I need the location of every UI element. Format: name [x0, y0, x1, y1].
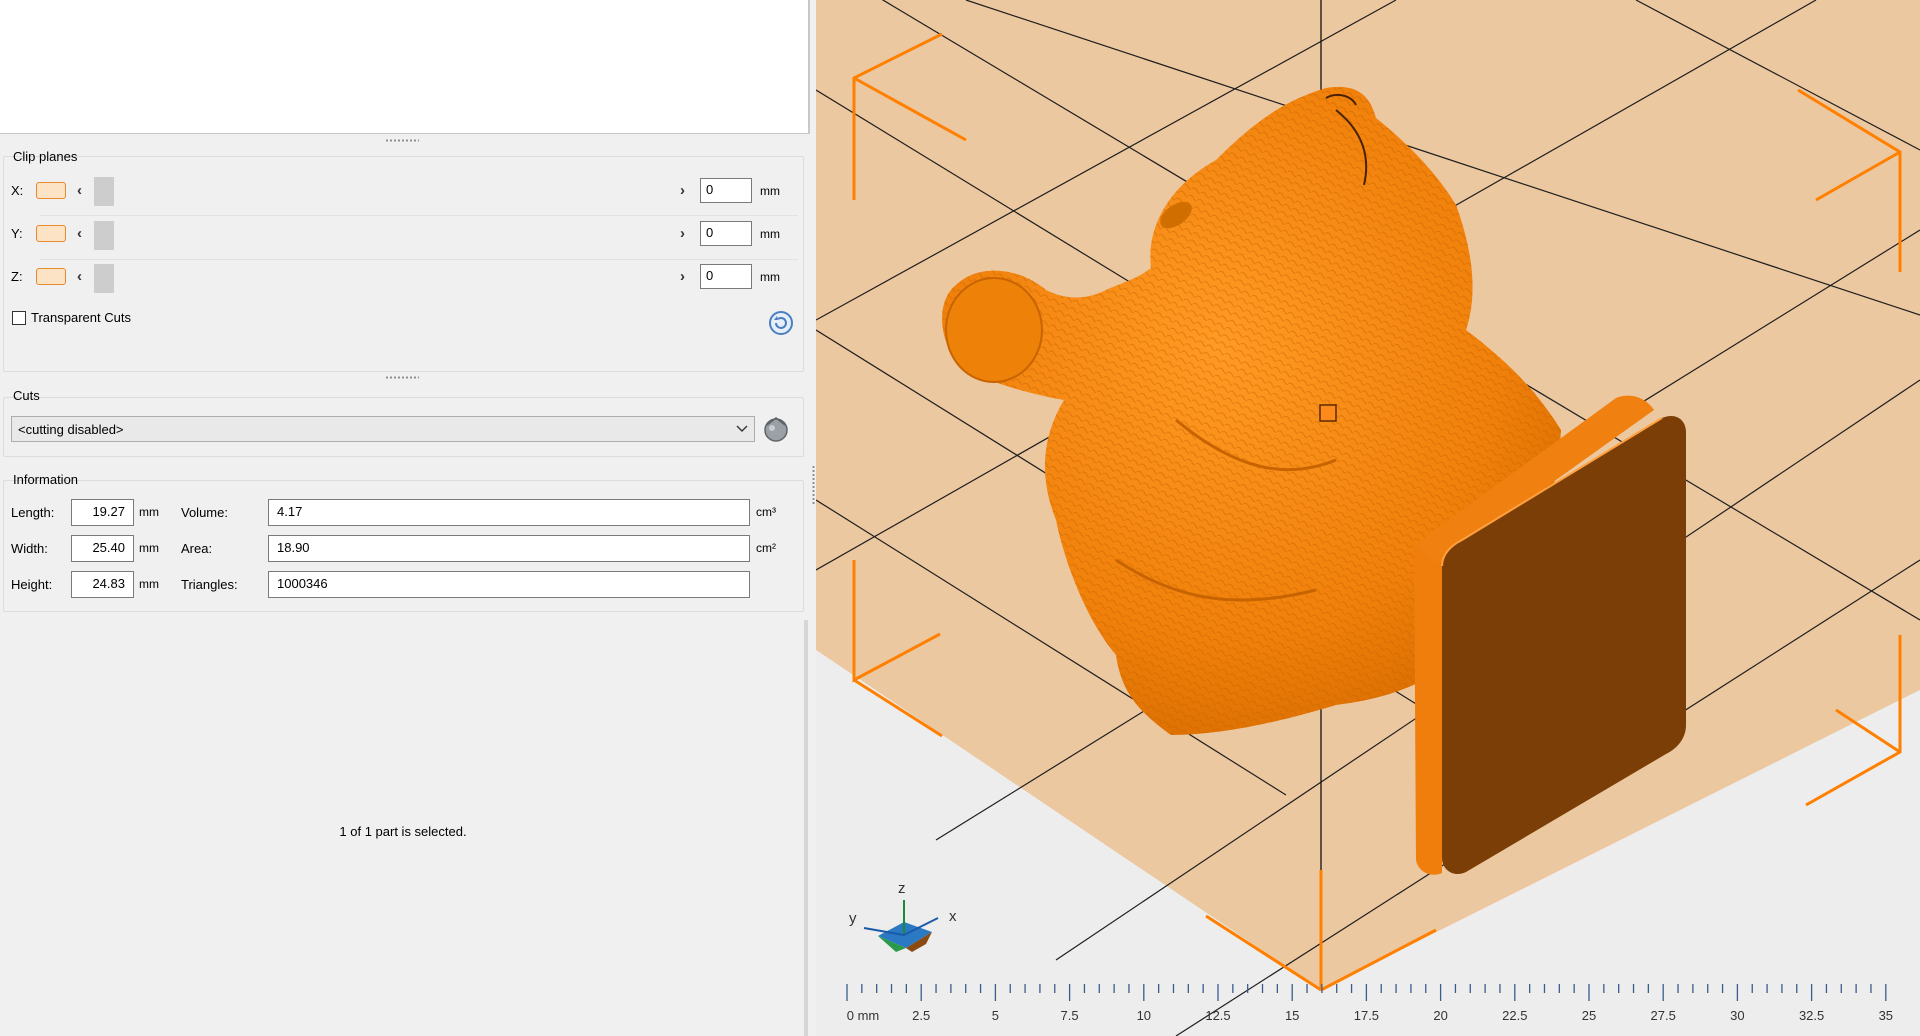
splitter-handle-top[interactable]	[385, 139, 419, 142]
object-tree-area	[0, 0, 810, 134]
ruler-label: 2.5	[912, 1008, 931, 1023]
3d-viewport[interactable]: z x y 0 mm 2.5 5 7.5 10 12.5 15 17.5 20 22.5 25 27.…	[816, 0, 1920, 1036]
ruler-label: 27.5	[1650, 1008, 1676, 1023]
ruler-label: 25	[1581, 1008, 1597, 1023]
gizmo-y-label: y	[849, 910, 857, 927]
reset-clip-icon[interactable]	[768, 310, 794, 336]
ruler-label: 15	[1284, 1008, 1300, 1023]
ruler-label: 22.5	[1502, 1008, 1528, 1023]
area-label: Area:	[181, 541, 213, 556]
ruler-label: 35	[1878, 1008, 1894, 1023]
ruler-label: 30	[1730, 1008, 1745, 1023]
ruler-label: 12.5	[1205, 1008, 1231, 1023]
clip-z-left-chevron-icon[interactable]: ‹	[77, 269, 82, 284]
clip-planes-title: Clip planes	[13, 149, 78, 164]
length-label: Length:	[11, 505, 55, 520]
volume-label: Volume:	[181, 505, 228, 520]
clip-z-slider-thumb[interactable]	[94, 264, 114, 293]
clip-z-toggle[interactable]	[36, 268, 66, 285]
clip-y-toggle[interactable]	[36, 225, 66, 242]
clip-x-left-chevron-icon[interactable]: ‹	[77, 183, 82, 198]
selection-status: 1 of 1 part is selected.	[339, 824, 467, 839]
clip-y-right-chevron-icon[interactable]: ›	[680, 226, 685, 241]
left-panel: Clip planes X: ‹ › 0 mm Y: ‹ › 0 mm Z: ‹…	[0, 0, 810, 1036]
information-title: Information	[13, 472, 79, 487]
gizmo-x-label: x	[949, 908, 957, 925]
height-label: Height:	[11, 577, 53, 592]
transparent-cuts-checkbox[interactable]	[12, 311, 26, 325]
ruler-label: 0 mm	[846, 1008, 880, 1023]
ruler-label: 20	[1433, 1008, 1448, 1023]
area-value: 18.90	[268, 535, 750, 562]
clip-y-input[interactable]: 0	[700, 221, 752, 246]
area-unit: cm²	[756, 541, 776, 555]
clip-row-divider	[40, 259, 798, 260]
clip-x-input[interactable]: 0	[700, 178, 752, 203]
height-unit: mm	[139, 577, 159, 591]
clip-row-divider	[40, 215, 798, 216]
splitter-handle-middle[interactable]	[385, 376, 419, 379]
ruler-label: 5	[991, 1008, 1000, 1023]
scene-canvas[interactable]	[816, 0, 1920, 1036]
transparent-cuts-label: Transparent Cuts	[31, 310, 131, 325]
clip-y-left-chevron-icon[interactable]: ‹	[77, 226, 82, 241]
ruler-label: 32.5	[1798, 1008, 1825, 1023]
clip-x-right-chevron-icon[interactable]: ›	[680, 183, 685, 198]
clip-z-unit: mm	[760, 270, 780, 284]
width-label: Width:	[11, 541, 48, 556]
clip-y-unit: mm	[760, 227, 780, 241]
length-value: 19.27	[71, 499, 134, 526]
gizmo-z-label: z	[898, 880, 906, 897]
clip-x-label: X:	[11, 183, 24, 198]
clip-y-slider-thumb[interactable]	[94, 221, 114, 250]
height-value: 24.83	[71, 571, 134, 598]
chevron-down-icon	[736, 425, 748, 432]
width-unit: mm	[139, 541, 159, 555]
volume-unit: cm³	[756, 505, 776, 519]
length-unit: mm	[139, 505, 159, 519]
clip-y-label: Y:	[11, 226, 23, 241]
clip-z-right-chevron-icon[interactable]: ›	[680, 269, 685, 284]
ruler-label: 10	[1136, 1008, 1152, 1023]
triangles-value: 1000346	[268, 571, 750, 598]
cuts-title: Cuts	[13, 388, 40, 403]
clip-x-unit: mm	[760, 184, 780, 198]
ruler-label: 7.5	[1060, 1008, 1079, 1023]
vertical-splitter-handle[interactable]	[812, 465, 815, 505]
clip-z-label: Z:	[11, 269, 23, 284]
clip-x-toggle[interactable]	[36, 182, 66, 199]
width-value: 25.40	[71, 535, 134, 562]
clip-x-slider-thumb[interactable]	[94, 177, 114, 206]
volume-value: 4.17	[268, 499, 750, 526]
panel-divider[interactable]	[804, 620, 808, 1036]
triangles-label: Triangles:	[181, 577, 238, 592]
cuts-select[interactable]: <cutting disabled>	[11, 416, 755, 442]
clip-z-input[interactable]: 0	[700, 264, 752, 289]
cut-tool-icon[interactable]	[761, 414, 791, 444]
ruler-label: 17.5	[1353, 1008, 1380, 1023]
